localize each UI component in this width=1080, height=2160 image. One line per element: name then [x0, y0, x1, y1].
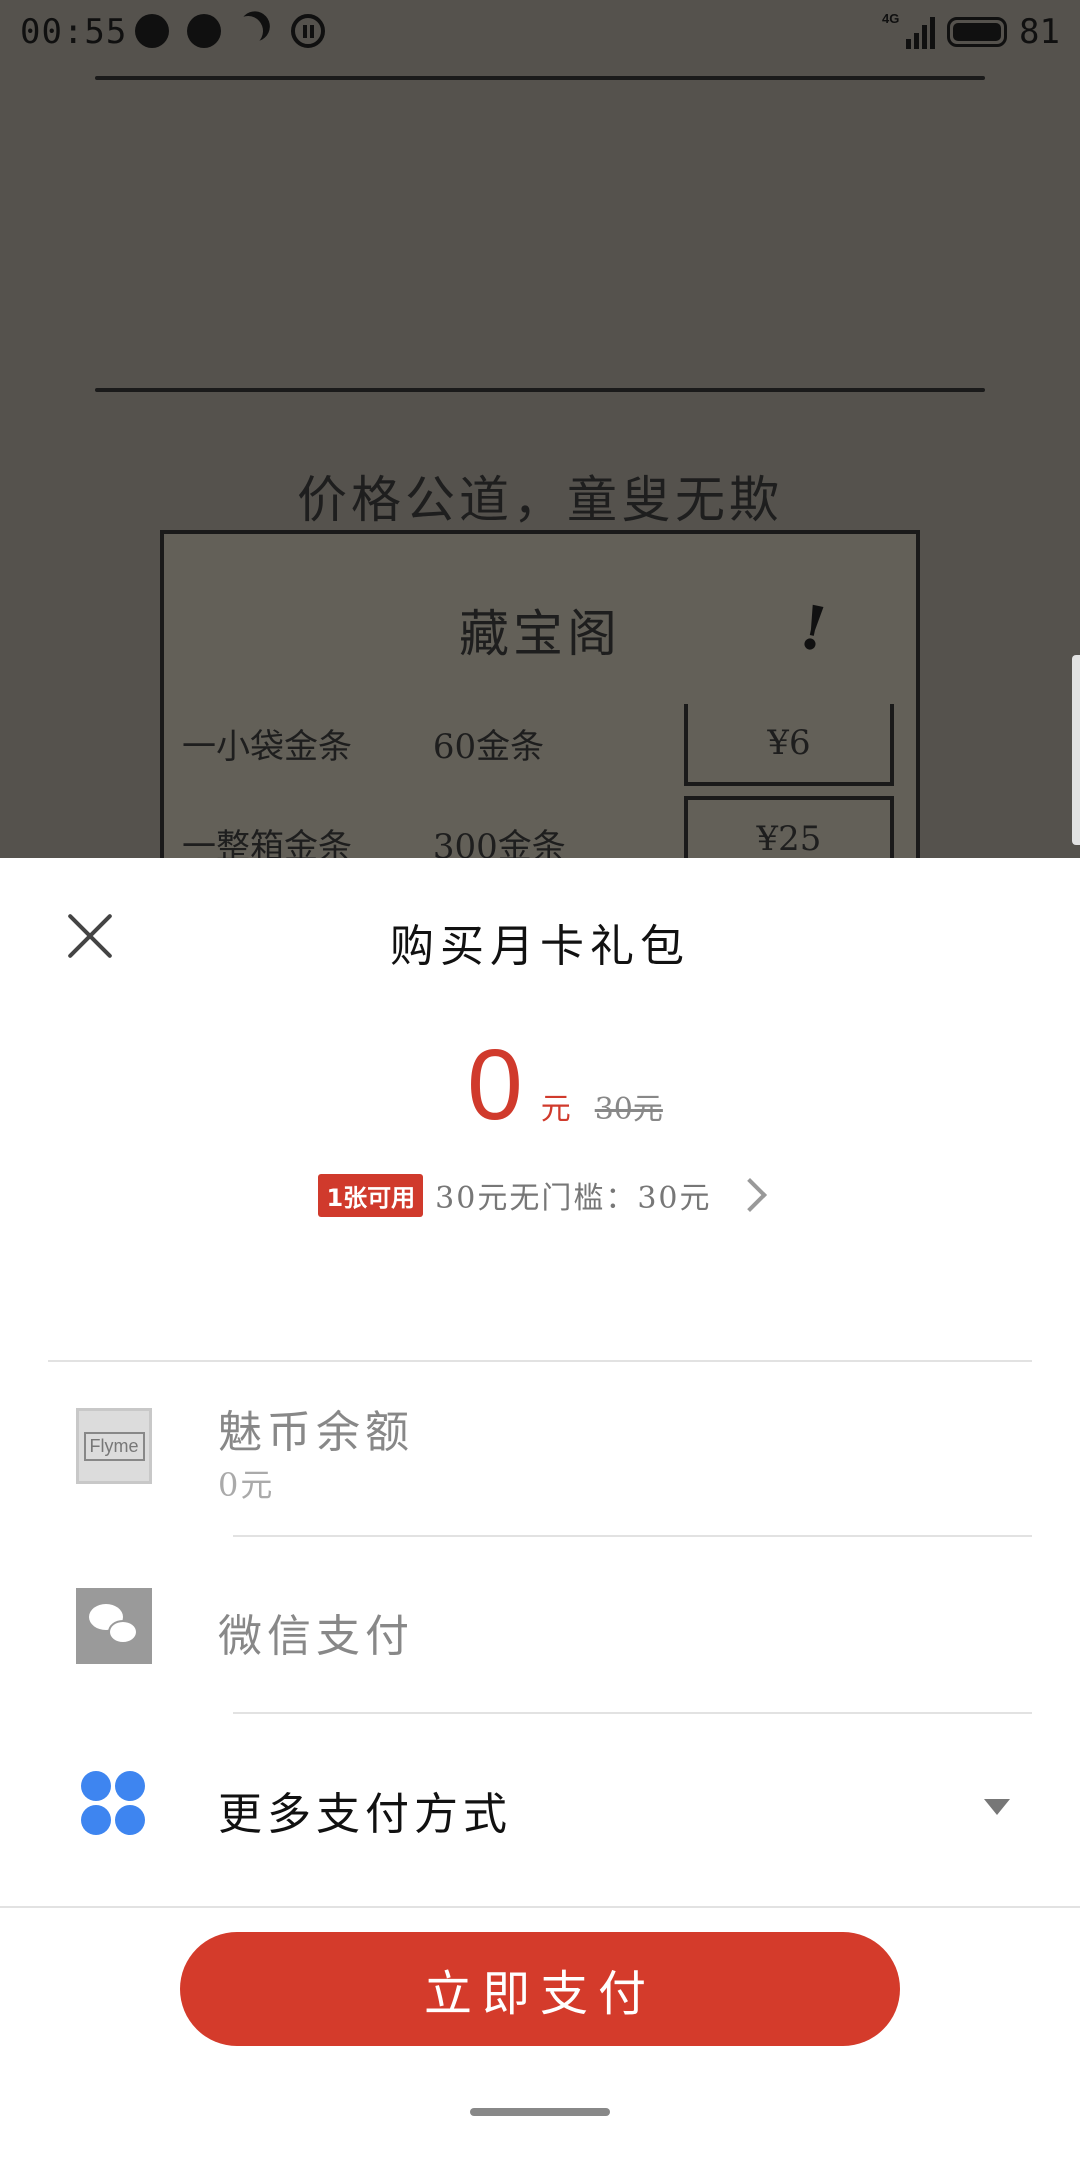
status-bar: 00:55 4G 81 — [0, 0, 1080, 62]
coupon-selector[interactable]: 1张可用 30元无门槛：30元 — [0, 1173, 1080, 1217]
shop-item-row: 一整箱金条 300金条 — [182, 819, 566, 858]
coupon-badge: 1张可用 — [318, 1173, 424, 1217]
payment-option-flyme-balance[interactable]: Flyme 魅币余额 0元 — [0, 1398, 1080, 1528]
edge-handle[interactable] — [1072, 655, 1080, 845]
paper-line-top — [95, 76, 985, 80]
shop-item-row: 一小袋金条 60金条 — [182, 719, 544, 768]
battery-level: 81 — [1019, 12, 1060, 52]
pause-icon — [291, 14, 325, 48]
battery-icon — [947, 17, 1008, 47]
shop-item-name: 一小袋金条 — [182, 727, 352, 767]
do-not-disturb-moon-icon — [239, 14, 273, 48]
payment-option-label: 微信支付 — [218, 1611, 414, 1662]
payment-option-label: 更多支付方式 — [218, 1789, 512, 1840]
original-price: 30元 — [594, 1092, 663, 1127]
divider — [233, 1535, 1032, 1537]
background-overlay[interactable]: 00:55 4G 81 价格公道，童叟无欺 藏宝阁 ! 一小袋金条 60金条 ¥… — [0, 0, 1080, 858]
shop-item-name: 一整箱金条 — [182, 827, 352, 858]
status-right: 4G 81 — [882, 11, 1060, 52]
price-unit: 元 — [540, 1092, 571, 1127]
price-display: 0 元 30元 — [0, 1028, 1080, 1143]
chat-notification-icon — [187, 14, 221, 48]
network-type: 4G — [882, 11, 900, 26]
divider — [233, 1712, 1032, 1714]
wechat-icon — [76, 1588, 152, 1664]
shop-item-price-button[interactable]: ¥25 — [684, 796, 894, 858]
payment-option-balance: 0元 — [218, 1466, 275, 1504]
status-time: 00:55 — [20, 12, 128, 52]
pay-now-button[interactable]: 立即支付 — [180, 1932, 900, 2046]
caret-down-icon — [984, 1799, 1010, 1815]
payment-option-wechat[interactable]: 微信支付 — [0, 1558, 1080, 1708]
more-apps-icon — [76, 1766, 152, 1842]
sheet-title: 购买月卡礼包 — [390, 921, 690, 972]
shop-panel: 藏宝阁 ! 一小袋金条 60金条 ¥6 一整箱金条 300金条 ¥25 — [160, 530, 920, 858]
notification-icons — [135, 12, 325, 50]
divider — [48, 1360, 1032, 1362]
coupon-text: 30元无门槛：30元 — [435, 1181, 712, 1216]
shop-item-amount: 300金条 — [432, 827, 566, 858]
chevron-right-icon — [732, 1178, 767, 1212]
flyme-icon: Flyme — [76, 1408, 152, 1484]
payment-option-label: 魅币余额 — [218, 1407, 414, 1458]
app-notification-icon — [135, 14, 169, 48]
signal-icon: 4G — [882, 11, 936, 49]
flyme-icon-text: Flyme — [83, 1431, 145, 1461]
shop-item-price-button[interactable]: ¥6 — [684, 704, 894, 786]
divider — [0, 1906, 1080, 1908]
paper-line-middle — [95, 388, 985, 392]
payment-sheet: 购买月卡礼包 0 元 30元 1张可用 30元无门槛：30元 Flyme 魅币余… — [0, 858, 1080, 2160]
shop-item-amount: 60金条 — [432, 727, 545, 767]
home-indicator[interactable] — [470, 2108, 610, 2116]
shop-slogan: 价格公道，童叟无欺 — [297, 471, 783, 529]
final-price: 0 — [467, 1029, 523, 1141]
more-payment-methods[interactable]: 更多支付方式 — [0, 1738, 1080, 1878]
